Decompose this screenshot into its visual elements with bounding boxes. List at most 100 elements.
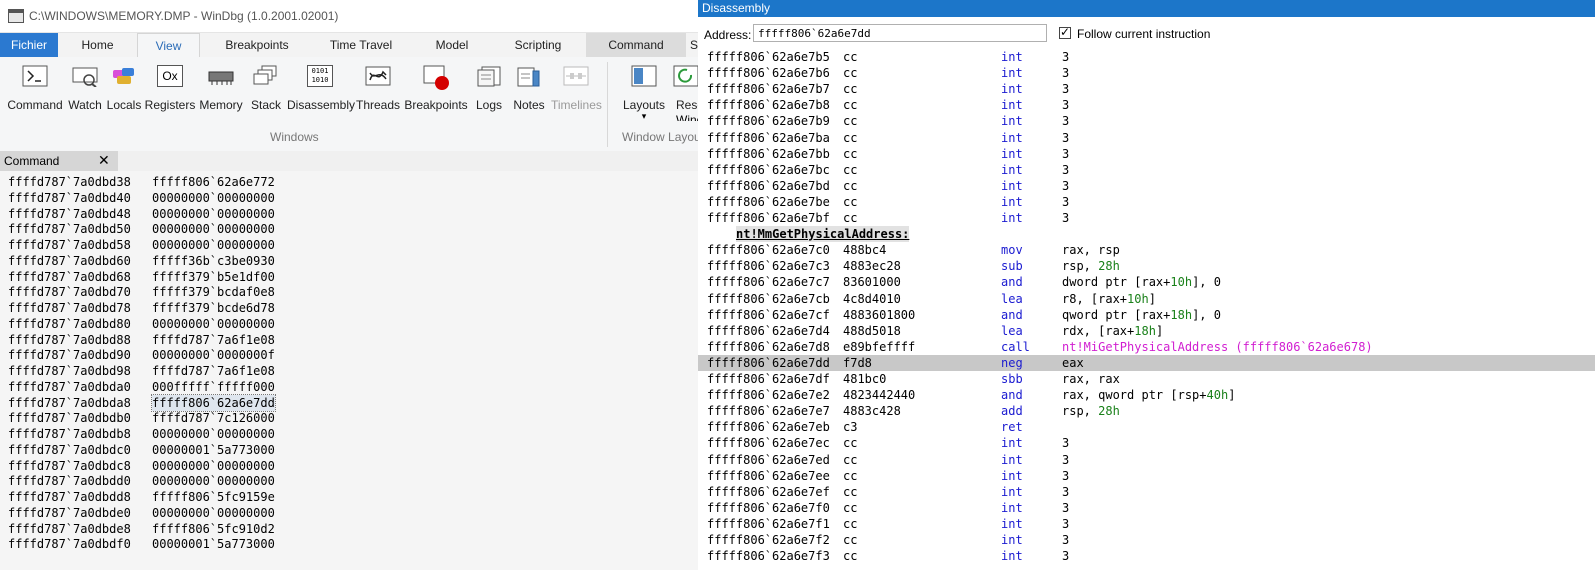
instruction-row[interactable]: fffff806`62a6e7dd f7d8 neg eax — [698, 354, 1595, 371]
instruction-row[interactable]: fffff806`62a6e7e2 4823442440 and rax, qword… — [698, 387, 1595, 403]
ribbon-locals-button[interactable]: Locals — [106, 61, 142, 121]
symbol-link[interactable]: nt!MiGetPhysicalAddress (fffff806`62a6e6… — [1062, 340, 1373, 354]
instruction-row[interactable]: fffff806`62a6e7bb cc int 3 — [698, 146, 1595, 162]
ribbon-reset-windows-button[interactable]: Reset Windo — [673, 61, 700, 121]
tab-command[interactable]: Command — [586, 33, 686, 57]
instruction-row[interactable]: fffff806`62a6e7cf 4883601800 and qword ptr … — [698, 307, 1595, 323]
instruction-bytes: cc — [843, 194, 858, 209]
memory-value[interactable]: 00000000`00000000 — [152, 316, 275, 332]
memory-value[interactable]: 00000000`00000000 — [152, 190, 275, 206]
close-icon[interactable]: ✕ — [98, 152, 110, 169]
memory-value[interactable]: 00000000`0000000f — [152, 347, 275, 363]
instruction-row[interactable]: fffff806`62a6e7eb c3 ret — [698, 419, 1595, 435]
ribbon-timelines-button[interactable]: Timelines — [551, 61, 602, 121]
instruction-row[interactable]: fffff806`62a6e7b8 cc int 3 — [698, 97, 1595, 113]
disassembly-listing[interactable]: fffff806`62a6e7b5 cc int 3 fffff806`62a6e7b6… — [698, 48, 1595, 570]
instruction-address: fffff806`62a6e7c7 — [707, 275, 830, 290]
ribbon-command-button[interactable]: Command — [6, 61, 64, 121]
instruction-row[interactable]: fffff806`62a6e7f1 cc int 3 — [698, 516, 1595, 532]
instruction-row[interactable]: fffff806`62a6e7d4 488d5018 lea rdx, [rax+18… — [698, 323, 1595, 339]
tab-command-window[interactable]: Command ✕ — [0, 151, 118, 171]
memory-value[interactable]: 00000000`00000000 — [152, 458, 275, 474]
instruction-row[interactable]: fffff806`62a6e7b5 cc int 3 — [698, 49, 1595, 65]
instruction-row[interactable]: fffff806`62a6e7e7 4883c428 add rsp, 28h — [698, 403, 1595, 419]
instruction-row[interactable]: fffff806`62a6e7ef cc int 3 — [698, 484, 1595, 500]
memory-value[interactable]: 00000000`00000000 — [152, 221, 275, 237]
memory-value[interactable]: 00000000`00000000 — [152, 473, 275, 489]
instruction-row[interactable]: fffff806`62a6e7ed cc int 3 — [698, 452, 1595, 468]
memory-value[interactable]: fffff379`b5e1df00 — [152, 269, 275, 285]
command-output[interactable]: ffffd787`7a0dbd38 fffff806`62a6e772 ffffd7… — [0, 171, 700, 570]
memory-row: ffffd787`7a0dbd78 fffff379`bcde6d78 — [8, 300, 275, 316]
memory-value[interactable]: fffff806`62a6e772 — [152, 174, 275, 190]
function-label[interactable]: nt!MmGetPhysicalAddress: — [736, 226, 910, 243]
tab-view[interactable]: View — [137, 33, 200, 57]
tab-time-travel[interactable]: Time Travel — [316, 33, 406, 57]
memory-value[interactable]: 000fffff`fffff000 — [152, 379, 275, 395]
instruction-row[interactable]: fffff806`62a6e7ba cc int 3 — [698, 130, 1595, 146]
instruction-row[interactable]: fffff806`62a6e7b6 cc int 3 — [698, 65, 1595, 81]
memory-value[interactable]: fffff379`bcdaf0e8 — [152, 284, 275, 300]
instruction-row[interactable]: fffff806`62a6e7c7 83601000 and dword ptr [r… — [698, 274, 1595, 290]
tab-home[interactable]: Home — [70, 33, 125, 57]
memory-address: ffffd787`7a0dbd78 — [8, 301, 131, 315]
memory-value[interactable]: ffffd787`7a6f1e08 — [152, 363, 275, 379]
instruction-bytes: cc — [843, 50, 858, 64]
memory-value[interactable]: fffff36b`c3be0930 — [152, 253, 275, 269]
memory-row: ffffd787`7a0dbdb8 00000000`00000000 — [8, 426, 275, 442]
instruction-row[interactable]: fffff806`62a6e7bf cc int 3 — [698, 210, 1595, 226]
memory-value[interactable]: fffff379`bcde6d78 — [152, 300, 275, 316]
instruction-row[interactable]: fffff806`62a6e7f2 cc int 3 — [698, 532, 1595, 548]
memory-value[interactable]: fffff806`5fc9159e — [152, 489, 275, 505]
memory-value[interactable]: 00000000`00000000 — [152, 237, 275, 253]
instruction-row[interactable]: fffff806`62a6e7be cc int 3 — [698, 194, 1595, 210]
instruction-row[interactable]: fffff806`62a6e7b9 cc int 3 — [698, 113, 1595, 129]
ribbon-stack-button[interactable]: Stack — [247, 61, 285, 121]
watch-icon — [72, 67, 98, 87]
memory-value[interactable]: 00000000`00000000 — [152, 426, 275, 442]
instruction-row[interactable]: fffff806`62a6e7df 481bc0 sbb rax, rax — [698, 371, 1595, 387]
ribbon-notes-button[interactable]: Notes — [509, 61, 549, 121]
instruction-bytes: e89bfeffff — [843, 339, 916, 354]
memory-value[interactable]: 00000001`5a773000 — [152, 442, 275, 458]
ribbon-threads-button[interactable]: Threads — [356, 61, 400, 121]
memory-value[interactable]: 00000001`5a773000 — [152, 536, 275, 552]
instruction-row[interactable]: fffff806`62a6e7cb 4c8d4010 lea r8, [rax+10h… — [698, 291, 1595, 307]
instruction-row[interactable]: fffff806`62a6e7c3 4883ec28 sub rsp, 28h — [698, 258, 1595, 274]
ribbon-memory-button[interactable]: Memory — [198, 61, 244, 121]
instruction-row[interactable]: fffff806`62a6e7d8 e89bfeffff call nt!MiGetP… — [698, 339, 1595, 355]
ribbon-breakpoints-button[interactable]: Breakpoints — [403, 61, 469, 121]
instruction-row[interactable]: fffff806`62a6e7ee cc int 3 — [698, 468, 1595, 484]
instruction-operands: 3 — [1062, 435, 1069, 451]
tab-breakpoints[interactable]: Breakpoints — [214, 33, 300, 57]
instruction-row[interactable]: fffff806`62a6e7f0 cc int 3 — [698, 500, 1595, 516]
memory-address: ffffd787`7a0dbd40 — [8, 190, 131, 205]
tab-model[interactable]: Model — [423, 33, 481, 57]
memory-value[interactable]: ffffd787`7c126000 — [152, 410, 275, 426]
memory-value[interactable]: fffff806`5fc910d2 — [152, 521, 275, 537]
tab-scripting[interactable]: Scripting — [496, 33, 580, 57]
function-label-row[interactable]: nt!MmGetPhysicalAddress: — [698, 226, 1595, 243]
instruction-row[interactable]: fffff806`62a6e7b7 cc int 3 — [698, 81, 1595, 97]
follow-instruction-checkbox[interactable] — [1059, 25, 1071, 39]
instruction-row[interactable]: fffff806`62a6e7f3 cc int 3 — [698, 548, 1595, 564]
memory-value[interactable]: fffff806`62a6e7dd — [151, 393, 276, 412]
memory-value[interactable]: 00000000`00000000 — [152, 505, 275, 521]
instruction-address: fffff806`62a6e7c3 — [707, 259, 830, 274]
ribbon-layouts-button[interactable]: Layouts ▾ — [616, 61, 672, 121]
ribbon-disassembly-button[interactable]: 0101 1010 Disassembly — [287, 61, 355, 121]
instruction-row[interactable]: fffff806`62a6e7c0 488bc4 mov rax, rsp — [698, 242, 1595, 258]
memory-row: ffffd787`7a0dbd58 00000000`00000000 — [8, 237, 275, 253]
ribbon-registers-button[interactable]: Ox Registers — [144, 61, 196, 121]
address-input[interactable] — [753, 24, 1047, 42]
memory-value[interactable]: 00000000`00000000 — [152, 206, 275, 222]
memory-value[interactable]: ffffd787`7a6f1e08 — [152, 332, 275, 348]
ribbon-logs-button[interactable]: Logs — [472, 61, 506, 121]
instruction-row[interactable]: fffff806`62a6e7ec cc int 3 — [698, 435, 1595, 451]
tab-fichier[interactable]: Fichier — [0, 33, 58, 57]
operand-part: 3 — [1062, 162, 1070, 177]
ribbon-group-windows-label: Windows — [270, 130, 319, 144]
instruction-row[interactable]: fffff806`62a6e7bc cc int 3 — [698, 162, 1595, 178]
instruction-row[interactable]: fffff806`62a6e7bd cc int 3 — [698, 178, 1595, 194]
ribbon-watch-button[interactable]: Watch — [66, 61, 104, 121]
